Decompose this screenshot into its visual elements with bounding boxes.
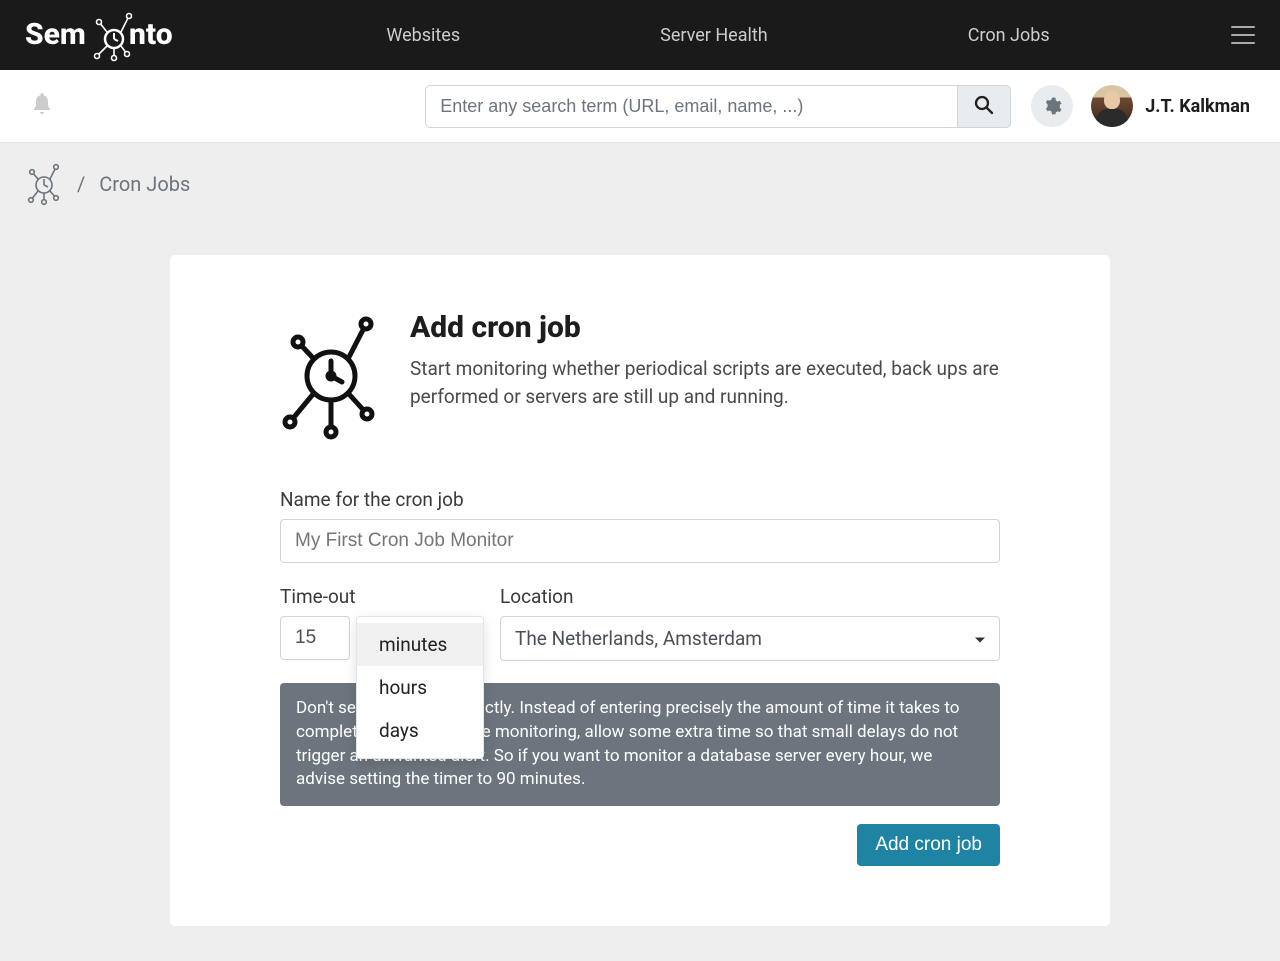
breadcrumb-separator: / — [77, 172, 85, 196]
dropdown-option-days[interactable]: days — [357, 709, 483, 752]
timeout-label: Time-out — [280, 585, 480, 608]
location-select[interactable]: The Netherlands, Amsterdam — [500, 616, 1000, 661]
dropdown-option-minutes[interactable]: minutes — [357, 623, 483, 666]
name-label: Name for the cron job — [280, 488, 1000, 511]
location-label: Location — [500, 585, 1000, 608]
breadcrumb: / Cron Jobs — [0, 143, 1280, 225]
svg-text:nto: nto — [129, 17, 173, 52]
brand-logo[interactable]: Sem nto — [25, 6, 185, 64]
subheader: J.T. Kalkman — [0, 70, 1280, 143]
search-icon — [974, 95, 994, 115]
search-group — [425, 85, 1011, 128]
dropdown-option-hours[interactable]: hours — [357, 666, 483, 709]
svg-text:Sem: Sem — [25, 17, 86, 52]
logo-icon: Sem nto — [25, 6, 185, 64]
add-cron-card: Add cron job Start monitoring whether pe… — [170, 255, 1110, 926]
user-name: J.T. Kalkman — [1145, 96, 1250, 117]
search-button[interactable] — [958, 85, 1011, 128]
bell-icon[interactable] — [30, 91, 54, 121]
breadcrumb-icon[interactable] — [25, 161, 63, 207]
menu-icon[interactable] — [1231, 26, 1255, 44]
page-description: Start monitoring whether periodical scri… — [410, 355, 1000, 410]
nav-server-health[interactable]: Server Health — [660, 25, 768, 46]
timeout-unit-dropdown: minutes hours days — [356, 616, 484, 759]
settings-button[interactable] — [1031, 85, 1073, 127]
nav-links: Websites Server Health Cron Jobs — [225, 25, 1211, 46]
breadcrumb-current: Cron Jobs — [99, 172, 190, 196]
cron-clock-icon — [280, 314, 382, 448]
name-input[interactable] — [280, 519, 1000, 563]
top-nav: Sem nto Websites Server Health Cron Jobs — [0, 0, 1280, 70]
nav-websites[interactable]: Websites — [386, 25, 460, 46]
timeout-value-input[interactable] — [280, 616, 350, 660]
avatar[interactable] — [1091, 85, 1133, 127]
nav-cron-jobs[interactable]: Cron Jobs — [968, 25, 1050, 46]
add-cron-job-button[interactable]: Add cron job — [857, 824, 1000, 866]
gear-icon — [1042, 96, 1062, 116]
page-title: Add cron job — [410, 310, 1000, 345]
search-input[interactable] — [425, 85, 958, 128]
